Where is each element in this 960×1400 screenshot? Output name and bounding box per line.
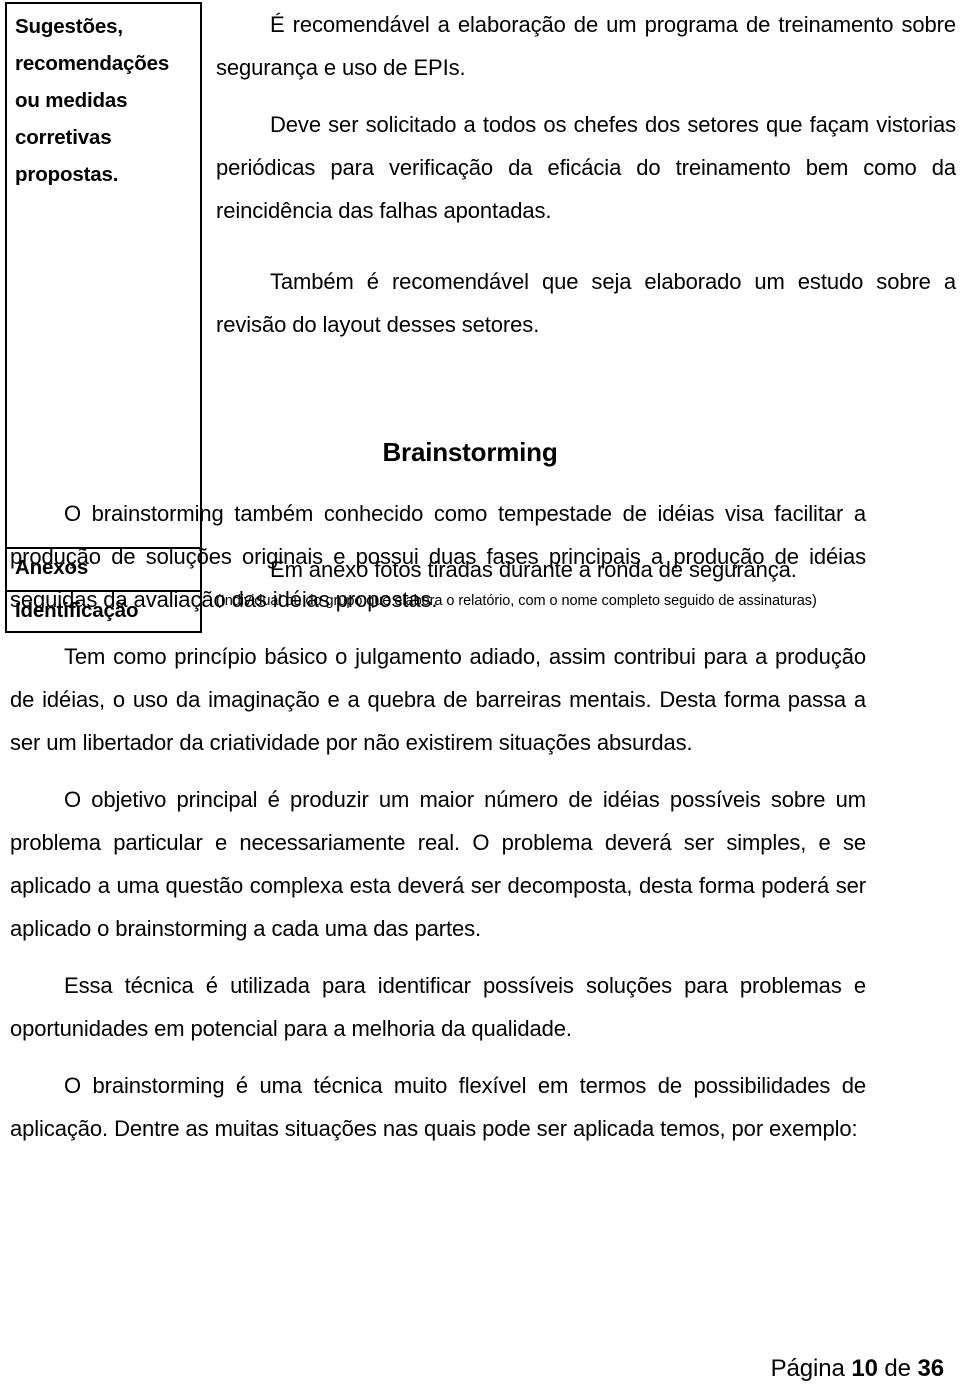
cell-filler xyxy=(15,193,194,541)
paragraph: É recomendável a elaboração de um progra… xyxy=(216,3,956,89)
paragraph: Deve ser solicitado a todos os chefes do… xyxy=(216,103,956,232)
paragraph: O brainstorming também conhecido como te… xyxy=(10,492,866,621)
footer-total-pages: 36 xyxy=(917,1355,945,1382)
paragraph: Essa técnica é utilizada para identifica… xyxy=(10,964,866,1050)
label-line: Sugestões, xyxy=(15,15,123,38)
footer-prefix: Página xyxy=(770,1355,845,1382)
body-content: O brainstorming também conhecido como te… xyxy=(10,492,866,1150)
paragraph: Também é recomendável que seja elaborado… xyxy=(216,260,956,346)
paragraph: O objetivo principal é produzir um maior… xyxy=(10,778,866,950)
paragraph-text: O objetivo principal é produzir um maior… xyxy=(10,787,866,941)
paragraph-text: É recomendável a elaboração de um progra… xyxy=(216,12,956,80)
footer-middle: de xyxy=(884,1355,911,1382)
paragraph: O brainstorming é uma técnica muito flex… xyxy=(10,1064,866,1150)
label-line: recomendações xyxy=(15,52,170,75)
paragraph-text: O brainstorming é uma técnica muito flex… xyxy=(10,1073,866,1141)
section-title: Brainstorming xyxy=(382,437,558,467)
label-line: ou medidas xyxy=(15,89,128,112)
label-line: corretivas xyxy=(15,126,112,149)
footer-current-page: 10 xyxy=(851,1355,878,1382)
label-line: propostas. xyxy=(15,163,119,186)
paragraph-text: O brainstorming também conhecido como te… xyxy=(10,501,866,612)
paragraph-text: Também é recomendável que seja elaborado… xyxy=(216,269,956,337)
page-footer: Página 10 de 36 xyxy=(0,1355,944,1383)
paragraph-text: Deve ser solicitado a todos os chefes do… xyxy=(216,112,956,223)
document-page: Sugestões, recomendações ou medidas corr… xyxy=(0,0,960,1400)
paragraph-text: Essa técnica é utilizada para identifica… xyxy=(10,973,866,1041)
paragraph-text: Tem como princípio básico o julgamento a… xyxy=(10,644,866,755)
paragraph: Tem como princípio básico o julgamento a… xyxy=(10,635,866,764)
